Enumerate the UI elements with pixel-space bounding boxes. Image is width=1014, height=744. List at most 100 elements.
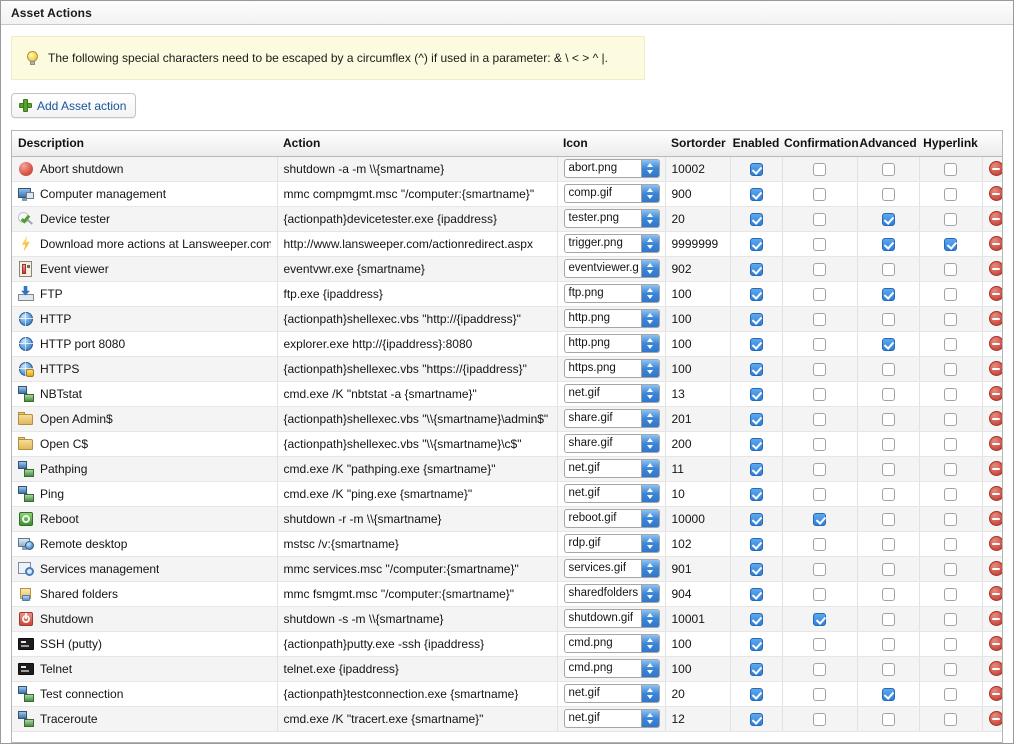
advanced-checkbox[interactable] xyxy=(881,612,895,626)
enabled-checkbox[interactable] xyxy=(749,162,763,176)
icon-select[interactable]: share.gif xyxy=(563,434,660,453)
confirmation-checkbox[interactable] xyxy=(813,187,826,201)
icon-select[interactable]: http.png xyxy=(563,309,660,328)
advanced-checkbox[interactable] xyxy=(881,387,895,401)
enabled-checkbox[interactable] xyxy=(749,437,763,451)
hyperlink-checkbox[interactable] xyxy=(944,712,957,726)
icon-select[interactable]: services.gif xyxy=(563,559,660,578)
delete-row-icon[interactable] xyxy=(988,686,1002,702)
hyperlink-checkbox[interactable] xyxy=(944,637,957,651)
icon-select[interactable]: comp.gif xyxy=(563,184,660,203)
hyperlink-checkbox[interactable] xyxy=(944,337,957,351)
advanced-checkbox[interactable] xyxy=(881,162,895,176)
hyperlink-checkbox[interactable] xyxy=(944,462,957,476)
column-header-icon[interactable]: Icon xyxy=(557,131,665,157)
confirmation-checkbox[interactable] xyxy=(813,612,826,626)
confirmation-checkbox[interactable] xyxy=(813,587,826,601)
advanced-checkbox[interactable] xyxy=(881,212,895,226)
delete-row-icon[interactable] xyxy=(988,611,1002,627)
delete-row-icon[interactable] xyxy=(988,661,1002,677)
delete-row-icon[interactable] xyxy=(988,236,1002,252)
icon-select[interactable]: shutdown.gif xyxy=(563,609,660,628)
advanced-checkbox[interactable] xyxy=(881,712,895,726)
enabled-checkbox[interactable] xyxy=(749,187,763,201)
icon-select[interactable]: net.gif xyxy=(563,684,660,703)
enabled-checkbox[interactable] xyxy=(749,262,763,276)
icon-select[interactable]: share.gif xyxy=(563,409,660,428)
add-asset-action-button[interactable]: Add Asset action xyxy=(11,93,137,118)
advanced-checkbox[interactable] xyxy=(881,437,895,451)
confirmation-checkbox[interactable] xyxy=(813,437,826,451)
column-header-enabled[interactable]: Enabled xyxy=(730,131,782,157)
column-header-advanced[interactable]: Advanced xyxy=(857,131,919,157)
hyperlink-checkbox[interactable] xyxy=(944,237,957,251)
advanced-checkbox[interactable] xyxy=(881,662,895,676)
enabled-checkbox[interactable] xyxy=(749,512,763,526)
enabled-checkbox[interactable] xyxy=(749,487,763,501)
hyperlink-checkbox[interactable] xyxy=(944,212,957,226)
delete-row-icon[interactable] xyxy=(988,586,1002,602)
confirmation-checkbox[interactable] xyxy=(813,487,826,501)
delete-row-icon[interactable] xyxy=(988,636,1002,652)
confirmation-checkbox[interactable] xyxy=(813,662,826,676)
confirmation-checkbox[interactable] xyxy=(813,687,826,701)
icon-select[interactable]: tester.png xyxy=(563,209,660,228)
confirmation-checkbox[interactable] xyxy=(813,512,826,526)
delete-row-icon[interactable] xyxy=(988,336,1002,352)
enabled-checkbox[interactable] xyxy=(749,687,763,701)
delete-row-icon[interactable] xyxy=(988,561,1002,577)
hyperlink-checkbox[interactable] xyxy=(944,412,957,426)
enabled-checkbox[interactable] xyxy=(749,462,763,476)
confirmation-checkbox[interactable] xyxy=(813,212,826,226)
confirmation-checkbox[interactable] xyxy=(813,387,826,401)
delete-row-icon[interactable] xyxy=(988,711,1002,727)
hyperlink-checkbox[interactable] xyxy=(944,162,957,176)
column-header-description[interactable]: Description xyxy=(12,131,277,157)
enabled-checkbox[interactable] xyxy=(749,712,763,726)
enabled-checkbox[interactable] xyxy=(749,637,763,651)
enabled-checkbox[interactable] xyxy=(749,662,763,676)
advanced-checkbox[interactable] xyxy=(881,287,895,301)
hyperlink-checkbox[interactable] xyxy=(944,387,957,401)
icon-select[interactable]: net.gif xyxy=(563,484,660,503)
delete-row-icon[interactable] xyxy=(988,261,1002,277)
icon-select[interactable]: abort.png xyxy=(563,159,660,178)
hyperlink-checkbox[interactable] xyxy=(944,687,957,701)
hyperlink-checkbox[interactable] xyxy=(944,662,957,676)
confirmation-checkbox[interactable] xyxy=(813,712,826,726)
enabled-checkbox[interactable] xyxy=(749,212,763,226)
enabled-checkbox[interactable] xyxy=(749,237,763,251)
delete-row-icon[interactable] xyxy=(988,386,1002,402)
delete-row-icon[interactable] xyxy=(988,311,1002,327)
advanced-checkbox[interactable] xyxy=(881,262,895,276)
icon-select[interactable]: ftp.png xyxy=(563,284,660,303)
advanced-checkbox[interactable] xyxy=(881,637,895,651)
icon-select[interactable]: http.png xyxy=(563,334,660,353)
delete-row-icon[interactable] xyxy=(988,411,1002,427)
advanced-checkbox[interactable] xyxy=(881,487,895,501)
advanced-checkbox[interactable] xyxy=(881,362,895,376)
delete-row-icon[interactable] xyxy=(988,436,1002,452)
advanced-checkbox[interactable] xyxy=(881,462,895,476)
enabled-checkbox[interactable] xyxy=(749,312,763,326)
confirmation-checkbox[interactable] xyxy=(813,462,826,476)
confirmation-checkbox[interactable] xyxy=(813,537,826,551)
hyperlink-checkbox[interactable] xyxy=(944,487,957,501)
icon-select[interactable]: eventviewer.g xyxy=(563,259,660,278)
hyperlink-checkbox[interactable] xyxy=(944,287,957,301)
icon-select[interactable]: net.gif xyxy=(563,459,660,478)
icon-select[interactable]: https.png xyxy=(563,359,660,378)
advanced-checkbox[interactable] xyxy=(881,687,895,701)
hyperlink-checkbox[interactable] xyxy=(944,362,957,376)
advanced-checkbox[interactable] xyxy=(881,187,895,201)
enabled-checkbox[interactable] xyxy=(749,337,763,351)
enabled-checkbox[interactable] xyxy=(749,562,763,576)
confirmation-checkbox[interactable] xyxy=(813,412,826,426)
enabled-checkbox[interactable] xyxy=(749,612,763,626)
delete-row-icon[interactable] xyxy=(988,536,1002,552)
hyperlink-checkbox[interactable] xyxy=(944,437,957,451)
icon-select[interactable]: reboot.gif xyxy=(563,509,660,528)
icon-select[interactable]: cmd.png xyxy=(563,634,660,653)
icon-select[interactable]: net.gif xyxy=(563,384,660,403)
confirmation-checkbox[interactable] xyxy=(813,262,826,276)
